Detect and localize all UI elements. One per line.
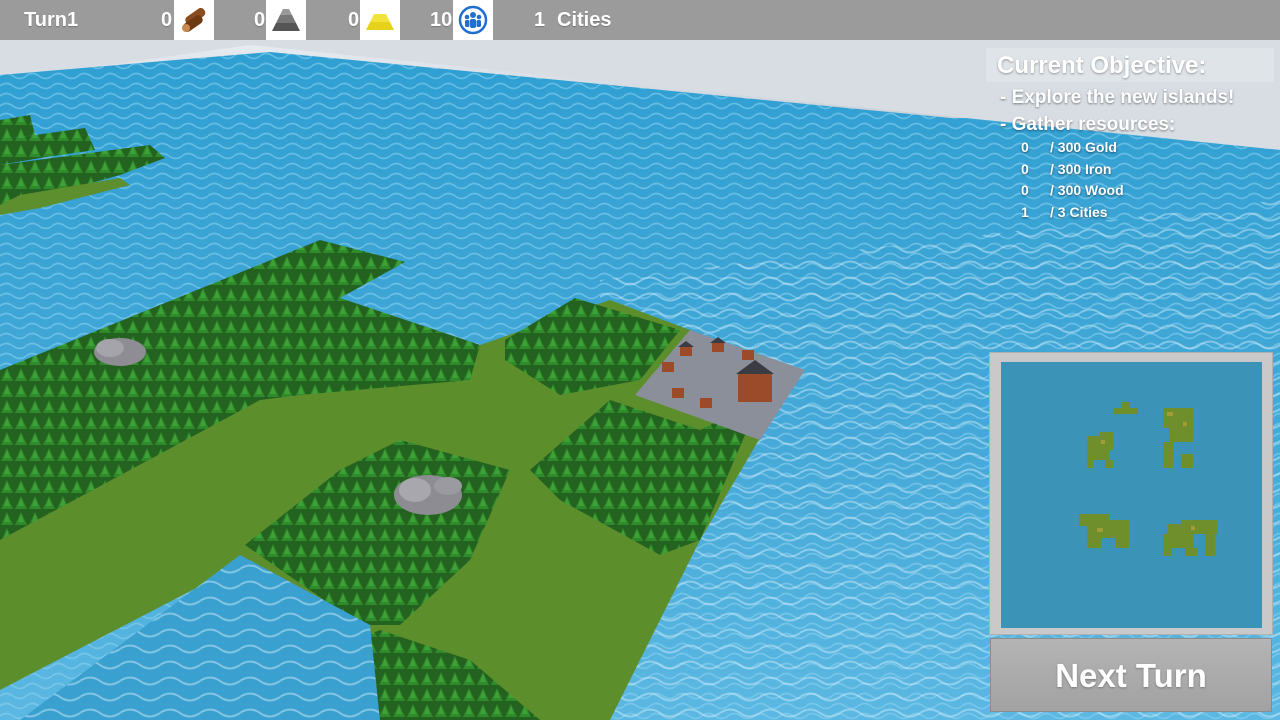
turn-counter: Turn1: [24, 9, 79, 31]
goal-gold-current: 0: [1021, 139, 1029, 155]
cities-count: 1: [534, 9, 546, 31]
top-resource-bar: Turn1 0 0 0 10 1 Cities: [0, 0, 1280, 40]
goal-gold-target: / 300 Gold: [1050, 139, 1117, 155]
goal-wood-target: / 300 Wood: [1050, 182, 1124, 198]
population-count: 10: [430, 9, 453, 31]
goal-cities-current: 1: [1021, 204, 1029, 220]
gold-count: 0: [348, 9, 360, 31]
objective-gather: - Gather resources:: [1000, 114, 1176, 135]
wood-logs-icon: [174, 0, 214, 40]
minimap-islands: [1079, 402, 1217, 556]
cities-label: Cities: [557, 9, 612, 31]
goal-wood-current: 0: [1021, 182, 1029, 198]
population-icon: [453, 0, 493, 40]
gold-ingot-icon: [360, 0, 400, 40]
objective-title: Current Objective:: [986, 48, 1274, 82]
iron-count: 0: [254, 9, 266, 31]
iron-ingot-icon: [266, 0, 306, 40]
goal-cities-target: / 3 Cities: [1050, 204, 1108, 220]
objective-explore: - Explore the new islands!: [1000, 87, 1235, 108]
next-turn-button[interactable]: Next Turn: [990, 638, 1272, 712]
goal-iron-target: / 300 Iron: [1050, 161, 1112, 177]
minimap-frame: [989, 352, 1273, 635]
minimap[interactable]: [1001, 362, 1262, 628]
wood-count: 0: [161, 9, 173, 31]
goal-iron-current: 0: [1021, 161, 1029, 177]
